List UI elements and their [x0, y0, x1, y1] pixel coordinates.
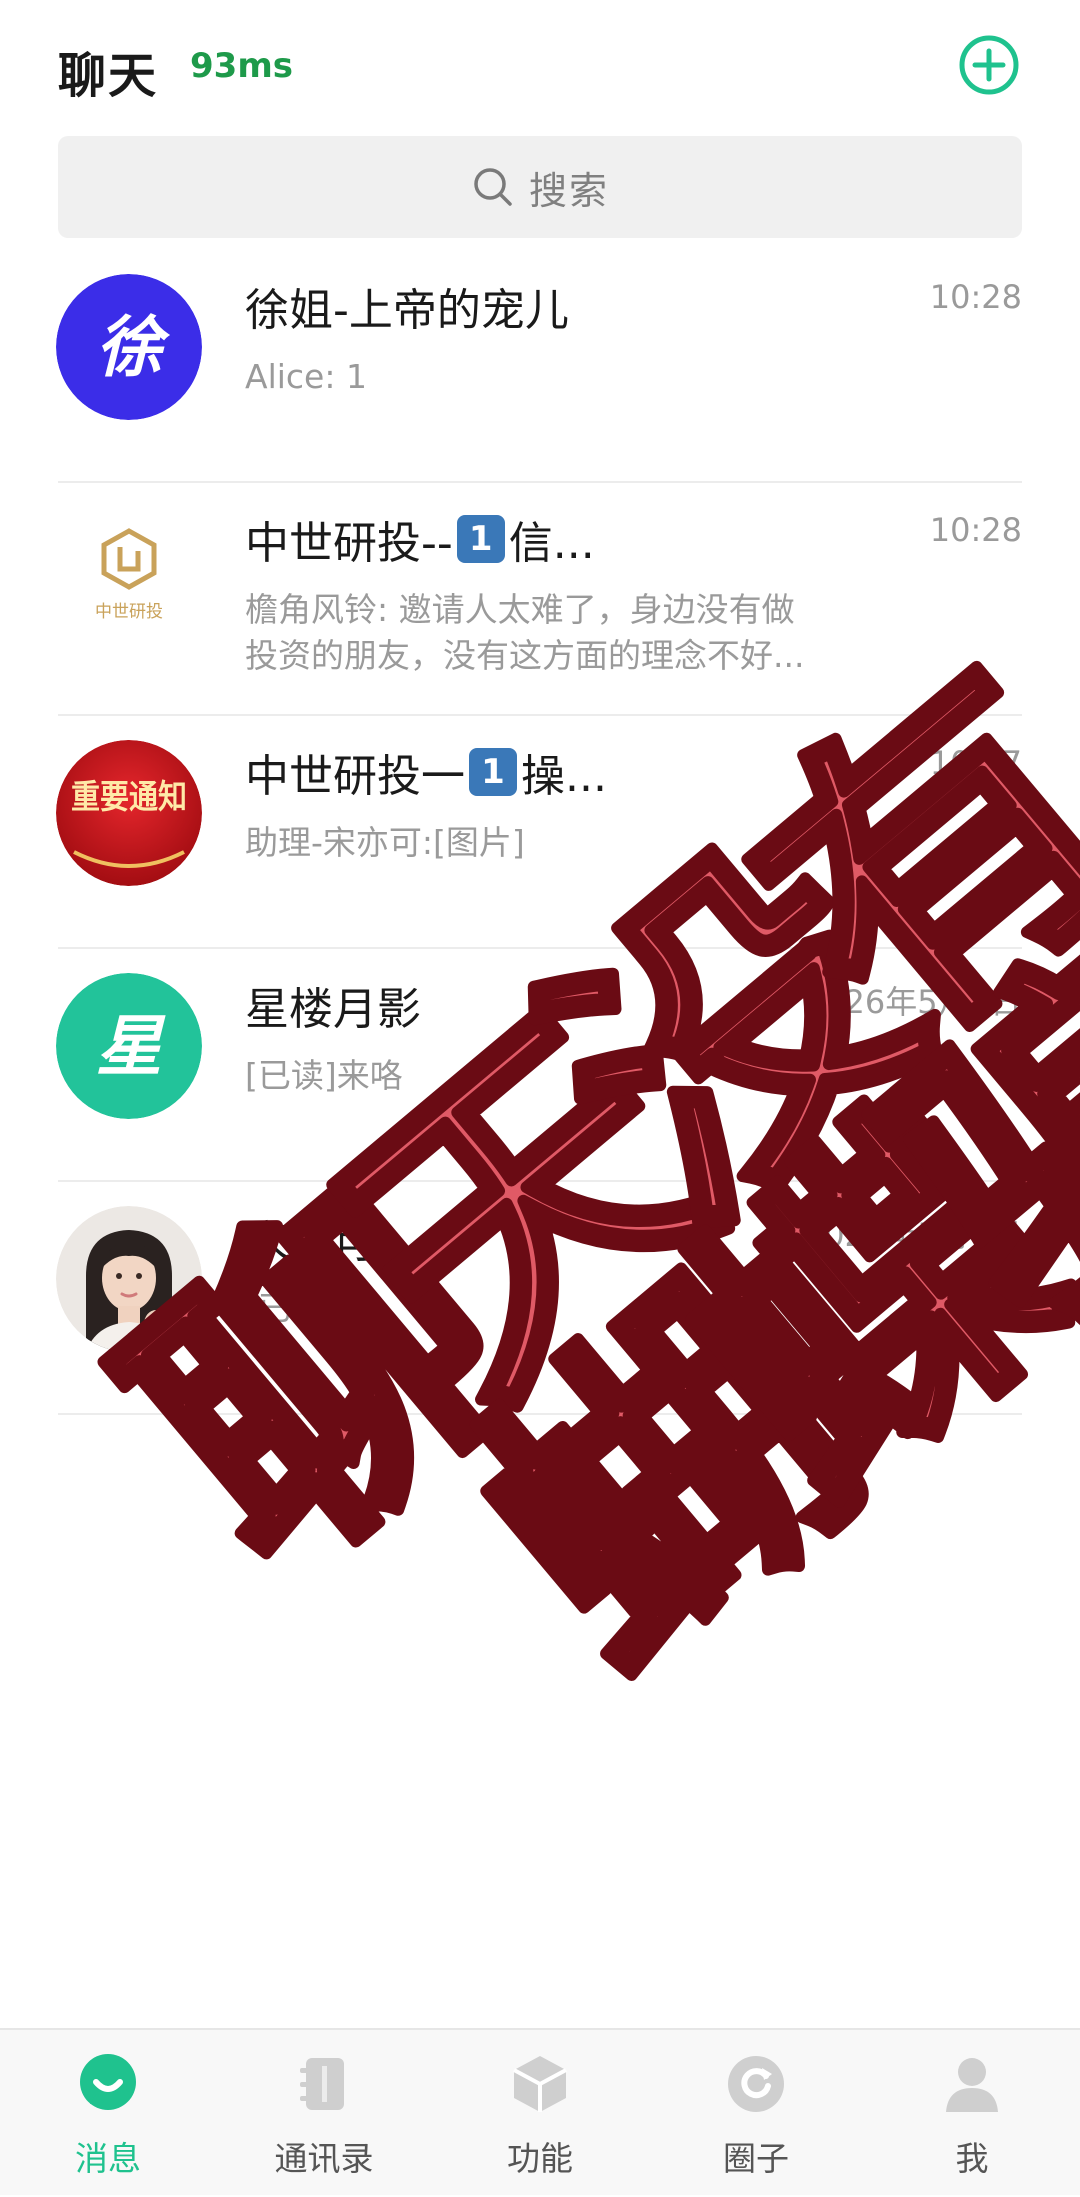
- chat-item[interactable]: 中世研投 中世研投-- 1 信... 10:28 檐角风铃: 邀请人太难了，身边…: [0, 483, 1080, 716]
- number-badge: 1: [456, 515, 505, 563]
- chat-item[interactable]: 徐 徐姐-上帝的宠儿 10:28 Alice: 1: [0, 250, 1080, 483]
- avatar: 中世研投: [56, 507, 202, 653]
- chat-name-text: 星楼月影: [245, 984, 421, 1035]
- chat-item[interactable]: 重要通知 中世研投一 1 操... 10:07 助理-宋亦可:[图片]: [0, 716, 1080, 949]
- search-icon: [474, 168, 512, 206]
- chat-name: 中世研投-- 1 信...: [245, 507, 595, 571]
- latency-indicator: 93ms: [190, 46, 293, 86]
- nav-item-contacts[interactable]: 通讯录: [216, 2030, 432, 2197]
- search-placeholder: 搜索: [528, 168, 609, 213]
- search-input[interactable]: 搜索: [58, 136, 1022, 238]
- nav-label: 消息: [75, 2139, 141, 2178]
- chat-name: 宋亦可: [245, 1206, 377, 1270]
- chat-name: 中世研投一 1 操...: [245, 740, 607, 804]
- chat-preview: 助理-宋亦可:[图片]: [245, 820, 845, 866]
- chat-item[interactable]: 宋亦可 2026年5月6日 [已读]好: [0, 1182, 1080, 1415]
- chat-preview-line: Alice: 1: [245, 357, 367, 396]
- avatar-text: 中世研投: [95, 602, 163, 622]
- chat-item[interactable]: 星 星楼月影 2026年5月6日 [已读]来咯: [0, 949, 1080, 1182]
- divider: [58, 1413, 1022, 1415]
- avatar: 星: [56, 973, 202, 1119]
- nav-label: 我: [955, 2139, 989, 2178]
- chat-time: 10:28: [929, 278, 1022, 316]
- number-badge: 1: [469, 748, 517, 796]
- chat-preview-line: 助理-宋亦可:[图片]: [245, 823, 525, 862]
- box-icon: [513, 2056, 567, 2112]
- chat-time: 2026年5月6日: [803, 1216, 1022, 1254]
- contacts-icon: [300, 2058, 344, 2110]
- chat-time: 10:28: [929, 511, 1022, 549]
- nav-label: 功能: [507, 2139, 573, 2178]
- chat-time: 10:07: [929, 744, 1022, 782]
- chat-name-suffix: 操...: [521, 751, 607, 802]
- chat-name-suffix: 信...: [508, 518, 595, 569]
- chat-preview-line: [已读]来咯: [245, 1056, 403, 1095]
- avatar-photo: [56, 1206, 202, 1352]
- header-bar: 聊天 93ms: [0, 0, 1080, 130]
- chat-preview: [已读]来咯: [245, 1053, 845, 1099]
- bottom-nav: 消息 通讯录 功能 圈子 我: [0, 2028, 1080, 2195]
- avatar-text: 徐: [96, 309, 171, 386]
- user-icon: [946, 2058, 998, 2112]
- chat-preview-line: 檐角风铃: 邀请人太难了，身边没有做: [245, 590, 795, 629]
- chat-preview: 檐角风铃: 邀请人太难了，身边没有做 投资的朋友，没有这方面的理念不好...: [245, 587, 845, 679]
- chat-preview-line: [已读]好: [245, 1289, 370, 1328]
- chat-name: 徐姐-上帝的宠儿: [245, 274, 569, 338]
- chat-preview: [已读]好: [245, 1286, 845, 1332]
- nav-item-me[interactable]: 我: [864, 2030, 1080, 2197]
- chat-name-text: 中世研投--: [245, 518, 453, 569]
- chat-name-text: 中世研投一: [245, 751, 465, 802]
- plus-circle-icon[interactable]: [958, 34, 1020, 96]
- chat-name-text: 徐姐-上帝的宠儿: [245, 285, 569, 336]
- nav-item-features[interactable]: 功能: [432, 2030, 648, 2197]
- avatar: 重要通知: [56, 740, 202, 886]
- avatar-text: 星: [96, 1008, 166, 1085]
- nav-label: 通讯录: [274, 2139, 374, 2178]
- nav-item-messages[interactable]: 消息: [0, 2030, 216, 2197]
- message-bubble-icon: [80, 2054, 136, 2110]
- chat-time: 2026年5月6日: [803, 983, 1022, 1021]
- page-title: 聊天: [58, 48, 159, 104]
- chat-name-text: 宋亦可: [245, 1217, 377, 1268]
- circle-refresh-icon: [728, 2056, 784, 2112]
- chat-preview-line: 投资的朋友，没有这方面的理念不好...: [245, 636, 805, 675]
- chat-preview: Alice: 1: [245, 354, 845, 400]
- chat-name: 星楼月影: [245, 973, 421, 1037]
- nav-label: 圈子: [723, 2139, 789, 2178]
- avatar: 徐: [56, 274, 202, 420]
- nav-item-circles[interactable]: 圈子: [648, 2030, 864, 2197]
- avatar-text: 重要通知: [71, 777, 187, 816]
